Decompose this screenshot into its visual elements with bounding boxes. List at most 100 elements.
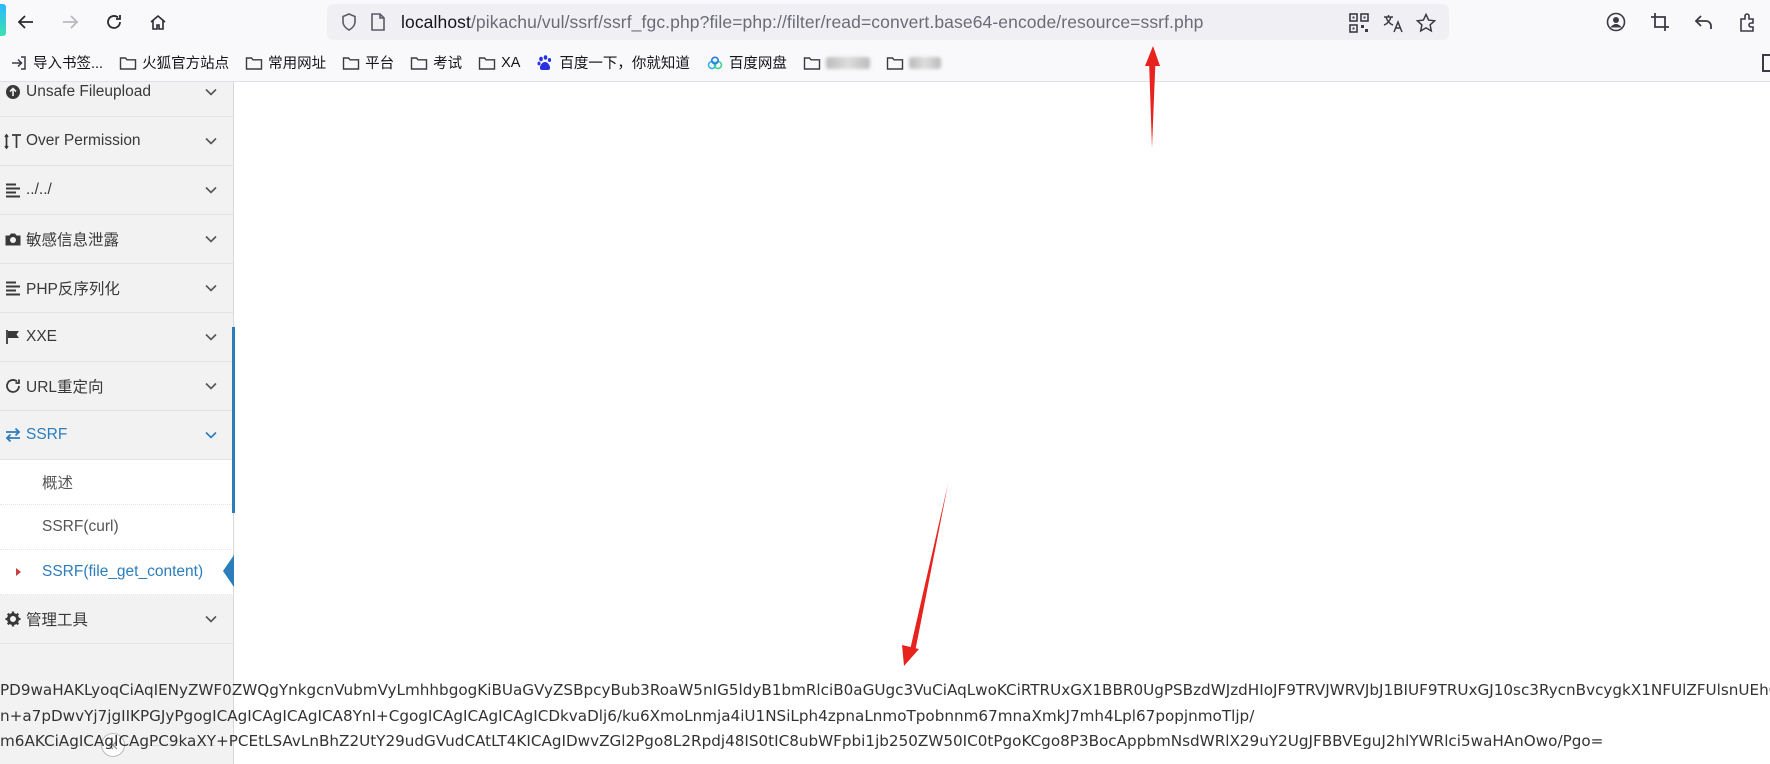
crop-icon[interactable] bbox=[1649, 11, 1671, 33]
sidebar-item-over-permission[interactable]: Over Permission bbox=[0, 117, 233, 166]
bookmark-exam[interactable]: 考试 bbox=[410, 52, 462, 73]
bookmark-label: 常用网址 bbox=[268, 56, 327, 72]
refresh-icon bbox=[6, 379, 20, 393]
bookmark-label: 火狐官方站点 bbox=[142, 56, 230, 72]
active-item-pointer bbox=[223, 555, 234, 587]
output-line: n+a7pDwvYj7jgIIKPGJyPgogICAgICAgICAgICA8… bbox=[0, 706, 1255, 725]
bookmark-hidden-1[interactable] bbox=[803, 54, 870, 72]
bookmark-baidu-pan[interactable]: 百度网盘 bbox=[706, 52, 787, 73]
sidebar-subitem-ssrf-file-get-content[interactable]: SSRF(file_get_content) bbox=[0, 550, 233, 595]
sidebar-subitem-overview[interactable]: 概述 bbox=[0, 460, 233, 505]
sidebar-subitem-ssrf-curl[interactable]: SSRF(curl) bbox=[0, 505, 233, 550]
sidebar: Unsafe Fileupload Over Permission ../../… bbox=[0, 82, 234, 764]
bookmark-label: 百度一下，你就知道 bbox=[559, 56, 690, 72]
align-left-icon bbox=[6, 281, 20, 296]
active-section-bar bbox=[232, 327, 235, 513]
bookmark-label: 导入书签... bbox=[33, 56, 104, 72]
sidebar-item-label: 管理工具 bbox=[26, 612, 89, 629]
output-text: PD9waHAKLyoqCiAqIENyZWF0ZWQgYnkgcnVubmVy… bbox=[0, 678, 1770, 764]
star-icon[interactable] bbox=[1415, 12, 1437, 34]
chevron-down-icon bbox=[205, 88, 217, 96]
url-bar[interactable]: localhost/pikachu/vul/ssrf/ssrf_fgc.php?… bbox=[327, 4, 1449, 40]
bookmarks-bar: 导入书签... 火狐官方站点 常用网址 平台 考试 XA 百度一下，你就知道 百… bbox=[0, 44, 1770, 82]
home-icon bbox=[150, 14, 166, 30]
chevron-down-icon bbox=[205, 333, 217, 341]
extensions-icon[interactable] bbox=[1737, 11, 1759, 33]
sidebar-item-php-unserialize[interactable]: PHP反序列化 bbox=[0, 264, 233, 313]
bookmark-label: 百度网盘 bbox=[728, 56, 787, 72]
sidebar-item-xxe[interactable]: XXE bbox=[0, 313, 233, 362]
chevron-down-icon bbox=[205, 382, 217, 390]
bookmark-firefox[interactable]: 火狐官方站点 bbox=[119, 52, 229, 73]
reload-button[interactable] bbox=[94, 4, 134, 40]
sidebar-item-label: Unsafe Fileupload bbox=[26, 83, 151, 100]
sidebar-item-label: XXE bbox=[26, 328, 58, 345]
bookmark-common-sites[interactable]: 常用网址 bbox=[245, 52, 326, 73]
cog-icon bbox=[5, 611, 21, 627]
bookmark-platform[interactable]: 平台 bbox=[342, 52, 394, 73]
account-icon[interactable] bbox=[1605, 11, 1627, 33]
sidebar-item-admin-tools[interactable]: 管理工具 bbox=[0, 595, 233, 644]
sidebar-item-unsafe-fileupload[interactable]: Unsafe Fileupload bbox=[0, 82, 233, 117]
sidebar-subitem-label: 概述 bbox=[42, 475, 74, 492]
shield-icon[interactable] bbox=[339, 12, 359, 32]
translate-icon[interactable] bbox=[1382, 12, 1404, 34]
url-host: localhost bbox=[401, 11, 471, 32]
text-height-icon bbox=[4, 133, 21, 150]
arrow-down-icon bbox=[902, 484, 948, 666]
folder-icon bbox=[478, 56, 496, 70]
align-left-icon bbox=[6, 183, 20, 198]
bookmark-xa[interactable]: XA bbox=[478, 54, 520, 72]
bookmark-label: 平台 bbox=[365, 56, 395, 72]
arrow-right-icon bbox=[63, 15, 79, 29]
sidebar-item-ssrf[interactable]: SSRF bbox=[0, 411, 233, 460]
exchange-icon bbox=[5, 427, 21, 443]
folder-icon bbox=[410, 56, 428, 70]
forward-button[interactable] bbox=[50, 4, 90, 40]
sidebar-item-label: SSRF bbox=[26, 426, 68, 443]
blurred-label bbox=[825, 56, 870, 69]
browser-toolbar: localhost/pikachu/vul/ssrf/ssrf_fgc.php?… bbox=[0, 0, 1770, 44]
sidebar-item-label: URL重定向 bbox=[26, 379, 104, 396]
folder-icon bbox=[803, 56, 821, 70]
reload-icon bbox=[107, 15, 121, 29]
sidebar-subitem-label: SSRF(file_get_content) bbox=[42, 563, 204, 580]
chevron-down-icon bbox=[205, 235, 217, 243]
annotation-arrows bbox=[902, 46, 1160, 666]
blurred-label bbox=[908, 56, 941, 69]
baidu-icon bbox=[537, 54, 552, 70]
page-icon[interactable] bbox=[369, 12, 387, 32]
home-button[interactable] bbox=[138, 4, 178, 40]
output-line: m6AKCiAgICAgICAgPC9kaXY+PCEtLSAvLnBhZ2Ut… bbox=[0, 732, 1604, 750]
bookmark-import[interactable]: 导入书签... bbox=[10, 52, 103, 73]
sidebar-subitem-label: SSRF(curl) bbox=[42, 518, 119, 535]
chevron-down-icon bbox=[205, 186, 217, 194]
bookmark-baidu[interactable]: 百度一下，你就知道 bbox=[536, 52, 690, 73]
chevron-down-icon bbox=[205, 431, 217, 439]
folder-icon bbox=[245, 56, 263, 70]
camera-icon bbox=[5, 233, 21, 246]
undo-icon[interactable] bbox=[1693, 11, 1715, 33]
sidebar-item-url-redirect[interactable]: URL重定向 bbox=[0, 362, 233, 411]
url-path: /pikachu/vul/ssrf/ssrf_fgc.php?file=php:… bbox=[470, 11, 1204, 32]
chevron-down-icon bbox=[205, 284, 217, 292]
sidebar-item-label: ../../ bbox=[26, 181, 52, 198]
sidebar-item-label: 敏感信息泄露 bbox=[26, 232, 120, 249]
bookmarks-overflow-icon[interactable] bbox=[1762, 54, 1770, 72]
back-button[interactable] bbox=[6, 4, 46, 40]
url-text[interactable]: localhost/pikachu/vul/ssrf/ssrf_fgc.php?… bbox=[401, 12, 1204, 33]
qr-code-icon[interactable] bbox=[1348, 12, 1370, 34]
chevron-down-icon bbox=[205, 615, 217, 623]
bookmark-label: 考试 bbox=[433, 56, 463, 72]
cloud-icon bbox=[707, 55, 723, 69]
folder-icon bbox=[886, 56, 904, 70]
output-line: PD9waHAKLyoqCiAqIENyZWF0ZWQgYnkgcnVubmVy… bbox=[0, 681, 1770, 699]
bookmark-hidden-2[interactable] bbox=[886, 54, 941, 72]
folder-icon bbox=[342, 56, 360, 70]
caret-right-icon bbox=[16, 568, 21, 576]
bookmark-label: XA bbox=[501, 54, 521, 71]
upload-icon bbox=[6, 85, 20, 99]
folder-icon bbox=[119, 56, 137, 70]
sidebar-item-dir-traversal[interactable]: ../../ bbox=[0, 166, 233, 215]
sidebar-item-info-leak[interactable]: 敏感信息泄露 bbox=[0, 215, 233, 264]
